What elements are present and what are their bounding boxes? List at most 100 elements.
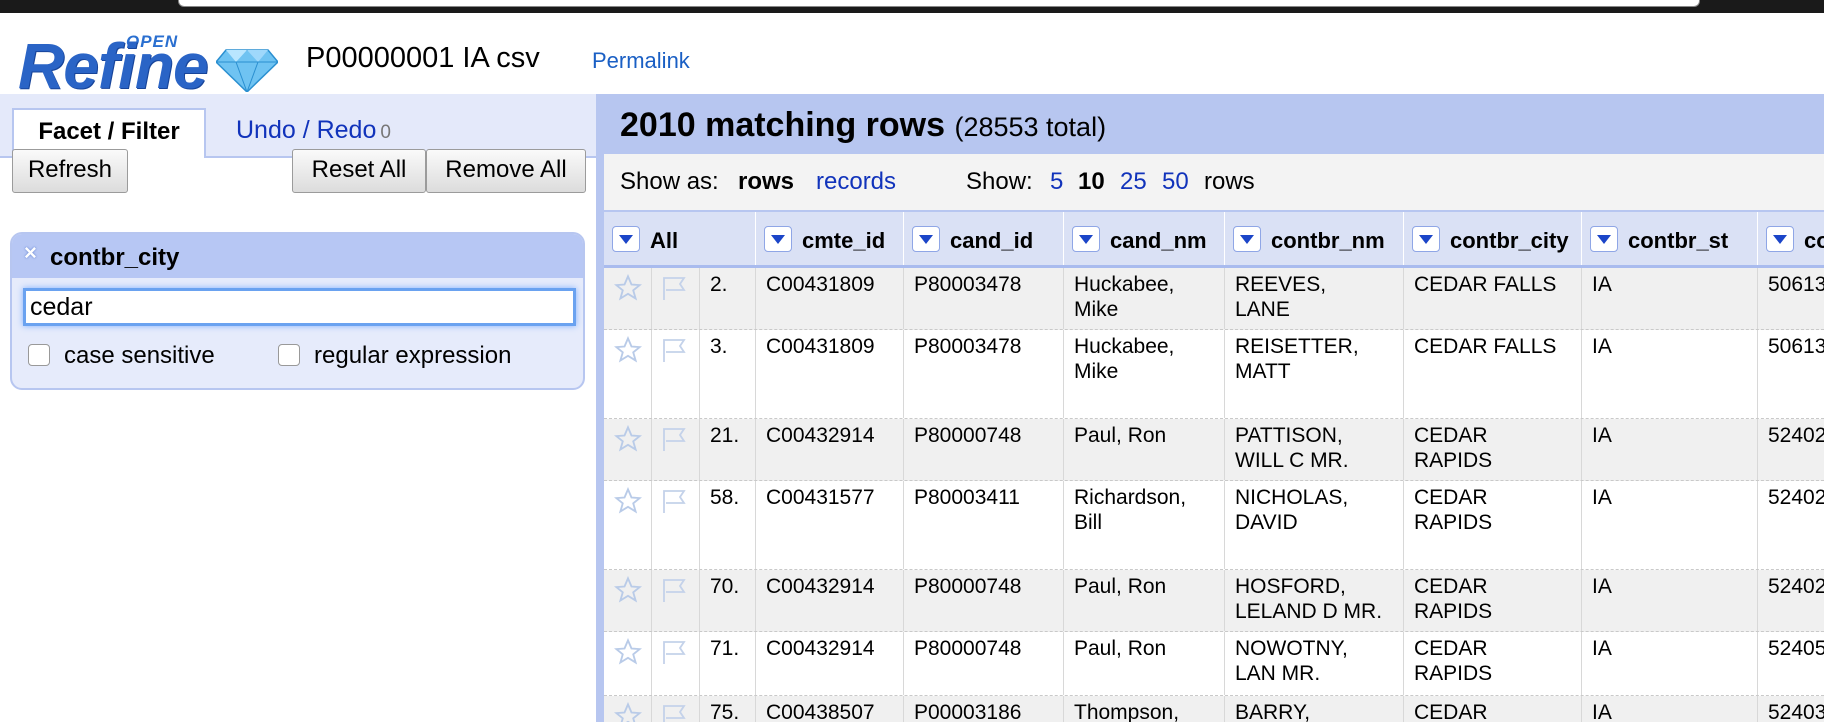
column-header-cmte-id[interactable]: cmte_id [756, 212, 904, 265]
show-as-label: Show as: [620, 168, 719, 195]
cell-cand-id[interactable]: P80003411 [904, 481, 1064, 569]
cell-zip[interactable]: 52402 [1758, 419, 1824, 480]
page-size-25[interactable]: 25 [1120, 168, 1147, 196]
close-icon[interactable]: × [24, 240, 37, 266]
permalink-link[interactable]: Permalink [592, 48, 690, 74]
star-icon[interactable] [614, 702, 642, 722]
column-menu-dropdown-icon[interactable] [764, 226, 792, 252]
cell-cand-id[interactable]: P80000748 [904, 570, 1064, 631]
cell-contbr-nm[interactable]: BARRY, [1225, 696, 1404, 722]
cell-contbr-st[interactable]: IA [1582, 330, 1758, 418]
star-icon[interactable] [614, 576, 642, 604]
tab-undo-redo[interactable]: Undo / Redo 0 [236, 116, 391, 145]
cell-contbr-st[interactable]: IA [1582, 268, 1758, 329]
cell-cmte-id[interactable]: C00431809 [756, 330, 904, 418]
show-as-rows[interactable]: rows [738, 168, 794, 196]
tab-undo-redo-label: Undo / Redo [236, 116, 377, 144]
star-icon[interactable] [614, 425, 642, 453]
column-menu-dropdown-icon[interactable] [912, 226, 940, 252]
star-icon[interactable] [614, 336, 642, 364]
column-header-cand-nm[interactable]: cand_nm [1064, 212, 1225, 265]
cell-contbr-nm[interactable]: PATTISON, WILL C MR. [1225, 419, 1404, 480]
cell-cmte-id[interactable]: C00432914 [756, 632, 904, 695]
address-bar[interactable] [178, 0, 1700, 7]
show-as-records-link[interactable]: records [816, 168, 896, 196]
cell-cmte-id[interactable]: C00438507 [756, 696, 904, 722]
cell-contbr-city[interactable]: CEDAR RAPIDS [1404, 570, 1582, 631]
flag-icon[interactable] [660, 336, 690, 364]
flag-icon[interactable] [660, 274, 690, 302]
column-menu-dropdown-icon[interactable] [612, 226, 640, 252]
cell-contbr-st[interactable]: IA [1582, 419, 1758, 480]
cell-cand-nm[interactable]: Paul, Ron [1064, 632, 1225, 695]
cell-contbr-city[interactable]: CEDAR RAPIDS [1404, 632, 1582, 695]
openrefine-logo[interactable]: OPEN Refine [18, 32, 278, 100]
column-header-all[interactable]: All [604, 212, 756, 265]
cell-cand-id[interactable]: P00003186 [904, 696, 1064, 722]
cell-contbr-city[interactable]: CEDAR RAPIDS [1404, 419, 1582, 480]
column-menu-dropdown-icon[interactable] [1072, 226, 1100, 252]
page-size-5[interactable]: 5 [1050, 168, 1063, 196]
cell-cmte-id[interactable]: C00431577 [756, 481, 904, 569]
cell-contbr-city[interactable]: CEDAR FALLS [1404, 268, 1582, 329]
flag-icon[interactable] [660, 487, 690, 515]
cell-contbr-city[interactable]: CEDAR RAPIDS [1404, 481, 1582, 569]
column-header-contbr-city[interactable]: contbr_city [1404, 212, 1582, 265]
cell-contbr-nm[interactable]: HOSFORD, LELAND D MR. [1225, 570, 1404, 631]
column-menu-dropdown-icon[interactable] [1412, 226, 1440, 252]
cell-cand-id[interactable]: P80003478 [904, 268, 1064, 329]
cell-zip[interactable]: 52405 [1758, 632, 1824, 695]
flag-icon[interactable] [660, 425, 690, 453]
column-header-label: co [1804, 228, 1824, 253]
column-menu-dropdown-icon[interactable] [1233, 226, 1261, 252]
column-header-cand-id[interactable]: cand_id [904, 212, 1064, 265]
regular-expression-checkbox[interactable] [278, 344, 300, 366]
cell-cmte-id[interactable]: C00431809 [756, 268, 904, 329]
cell-cmte-id[interactable]: C00432914 [756, 570, 904, 631]
cell-zip[interactable]: 50613 [1758, 330, 1824, 418]
cell-contbr-st[interactable]: IA [1582, 632, 1758, 695]
cell-zip[interactable]: 52402 [1758, 570, 1824, 631]
cell-cand-nm[interactable]: Huckabee, Mike [1064, 330, 1225, 418]
flag-icon[interactable] [660, 702, 690, 722]
cell-contbr-nm[interactable]: NOWOTNY, LAN MR. [1225, 632, 1404, 695]
cell-cand-nm[interactable]: Huckabee, Mike [1064, 268, 1225, 329]
column-header-contbr-st[interactable]: contbr_st [1582, 212, 1758, 265]
cell-contbr-st[interactable]: IA [1582, 481, 1758, 569]
cell-contbr-st[interactable]: IA [1582, 696, 1758, 722]
column-menu-dropdown-icon[interactable] [1590, 226, 1618, 252]
star-icon[interactable] [614, 274, 642, 302]
cell-contbr-city[interactable]: CEDAR FALLS [1404, 330, 1582, 418]
column-header-contbr-nm[interactable]: contbr_nm [1225, 212, 1404, 265]
cell-cand-nm[interactable]: Thompson, [1064, 696, 1225, 722]
facet-search-input[interactable] [23, 288, 576, 326]
reset-all-button[interactable]: Reset All [292, 149, 426, 193]
star-icon[interactable] [614, 638, 642, 666]
flag-icon[interactable] [660, 638, 690, 666]
column-menu-dropdown-icon[interactable] [1766, 226, 1794, 252]
page-size-50[interactable]: 50 [1162, 168, 1189, 196]
cell-zip[interactable]: 52403 [1758, 696, 1824, 722]
cell-cand-id[interactable]: P80000748 [904, 632, 1064, 695]
cell-contbr-nm[interactable]: REEVES, LANE [1225, 268, 1404, 329]
page-size-10[interactable]: 10 [1078, 168, 1105, 196]
refresh-button[interactable]: Refresh [12, 149, 128, 193]
cell-cand-nm[interactable]: Paul, Ron [1064, 570, 1225, 631]
remove-all-button[interactable]: Remove All [426, 149, 586, 193]
cell-contbr-nm[interactable]: NICHOLAS, DAVID [1225, 481, 1404, 569]
flag-icon[interactable] [660, 576, 690, 604]
cell-cand-id[interactable]: P80003478 [904, 330, 1064, 418]
cell-contbr-st[interactable]: IA [1582, 570, 1758, 631]
cell-cand-nm[interactable]: Paul, Ron [1064, 419, 1225, 480]
cell-zip[interactable]: 52402 [1758, 481, 1824, 569]
cell-zip[interactable]: 50613 [1758, 268, 1824, 329]
star-icon[interactable] [614, 487, 642, 515]
column-header-co[interactable]: co [1758, 212, 1824, 265]
cell-cand-nm[interactable]: Richardson, Bill [1064, 481, 1225, 569]
cell-cand-id[interactable]: P80000748 [904, 419, 1064, 480]
case-sensitive-checkbox[interactable] [28, 344, 50, 366]
project-title[interactable]: P00000001 IA csv [306, 40, 540, 76]
cell-contbr-city[interactable]: CEDAR [1404, 696, 1582, 722]
cell-contbr-nm[interactable]: REISETTER, MATT [1225, 330, 1404, 418]
cell-cmte-id[interactable]: C00432914 [756, 419, 904, 480]
